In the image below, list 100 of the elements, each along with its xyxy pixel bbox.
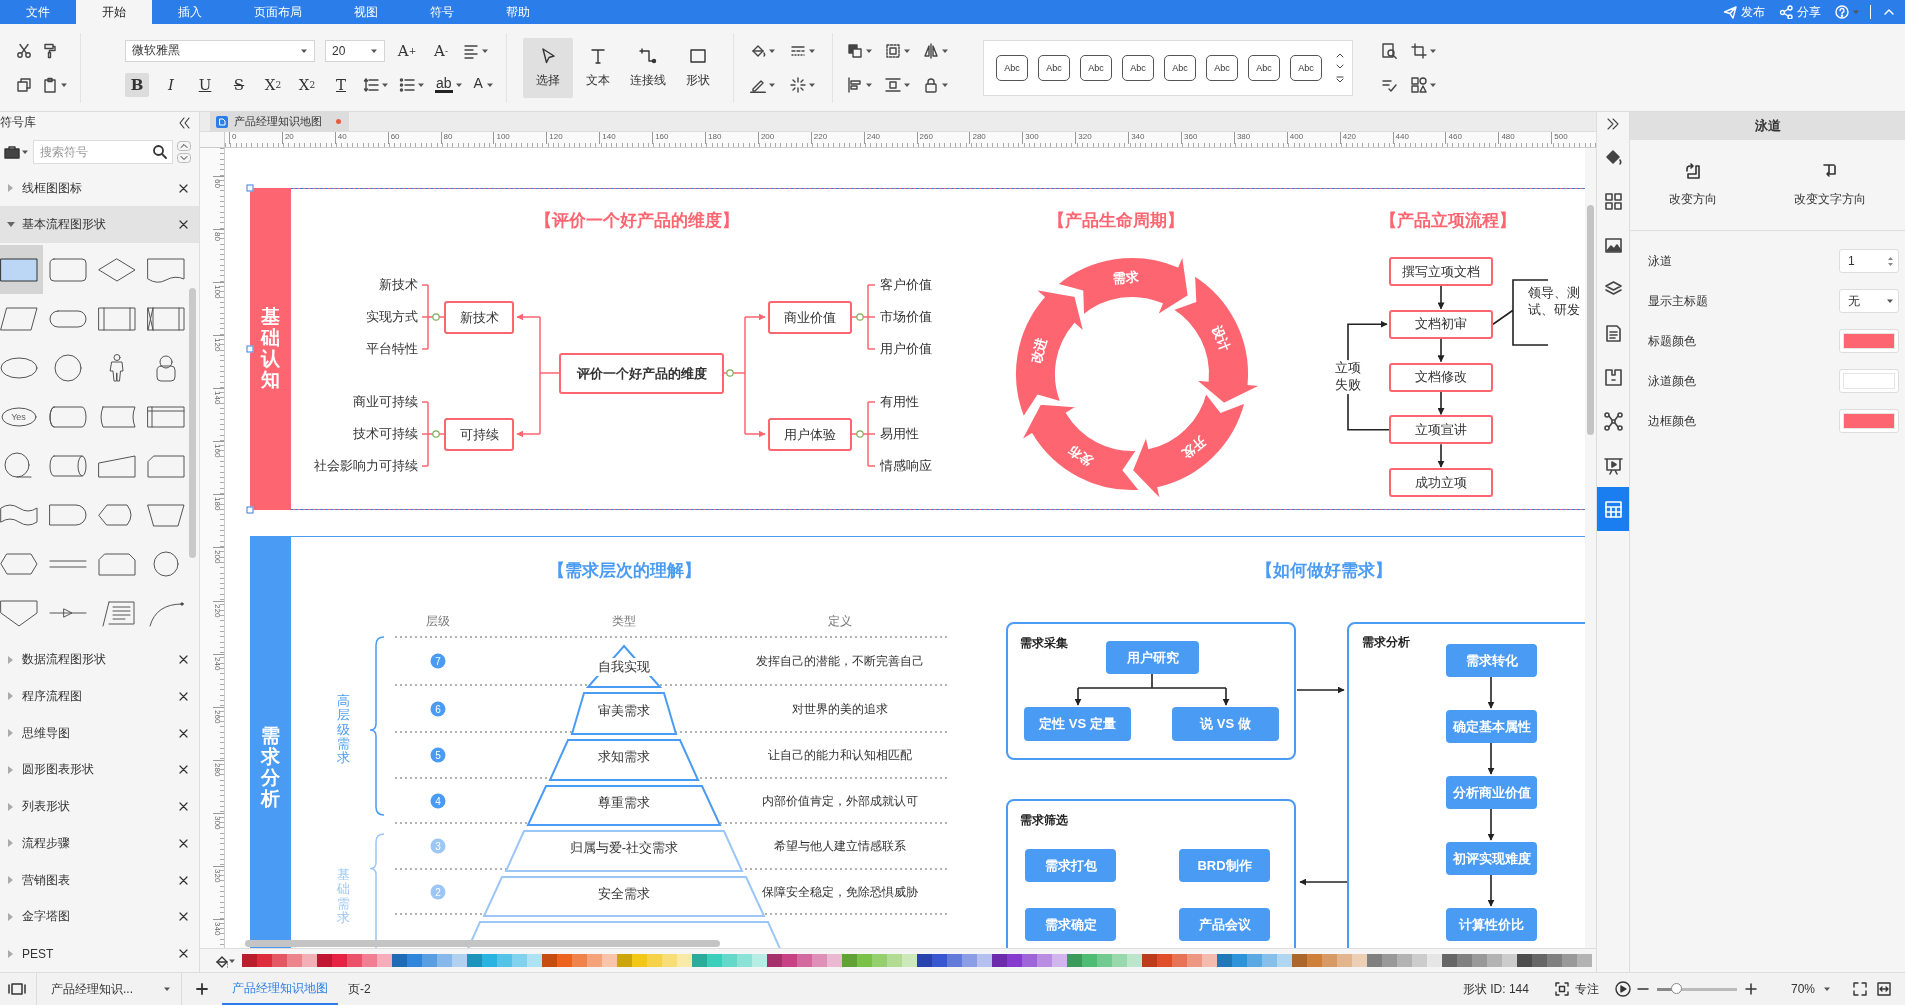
group-label: 高层级需求 — [336, 694, 350, 766]
font-size-select[interactable]: 20 — [325, 39, 385, 62]
leaf-label: 客户价值 — [880, 276, 932, 294]
note-text: 领导、测试、研发 — [1528, 285, 1581, 319]
ruler-label: 300 — [213, 814, 222, 832]
panel-title: 需求筛选 — [1020, 812, 1068, 829]
ruler-label: 400 — [1289, 132, 1304, 142]
ruler-label: 220 — [813, 132, 828, 142]
ruler-label: 0 — [232, 132, 237, 142]
style-preset[interactable]: Abc — [995, 54, 1028, 81]
style-preset[interactable]: Abc — [1205, 54, 1238, 81]
color-button[interactable]: A — [472, 76, 484, 93]
ruler-label: 180 — [213, 496, 222, 513]
category-header[interactable]: 思维导图 — [0, 714, 199, 752]
shape-tile[interactable]: Yes — [0, 392, 43, 442]
leaf-label: 平台特性 — [366, 340, 418, 358]
page-tab[interactable]: 页-2 — [338, 973, 381, 1005]
publish-button[interactable]: 发布 — [1723, 0, 1765, 24]
focus-button[interactable]: 专注 — [1554, 980, 1599, 998]
format-button[interactable]: B — [125, 72, 149, 97]
tool-button[interactable]: 连接线 — [622, 37, 673, 98]
search-field[interactable]: 搜索符号 — [33, 139, 173, 164]
leaf-label: 用户价值 — [880, 340, 932, 358]
ruler-label: 120 — [213, 337, 222, 354]
ruler-label: 360 — [1184, 132, 1198, 142]
menu-tab[interactable]: 页面布局 — [228, 0, 328, 24]
page-menu[interactable]: 产品经理知识... — [36, 973, 182, 1005]
panel-title: 符号库 — [0, 114, 36, 132]
level-definition: 对世界的美的追求 — [792, 700, 888, 717]
ruler-label: 60 — [213, 178, 222, 190]
level-badge: 6 — [430, 701, 446, 716]
leaf-label: 商业可持续 — [353, 393, 418, 411]
tool-button[interactable]: 文本 — [572, 37, 623, 98]
level-definition: 保障安全稳定，免除恐惧威胁 — [762, 883, 918, 900]
category-header[interactable]: 线框图图标 — [0, 169, 199, 207]
page-tab[interactable]: 产品经理知识地图 — [222, 973, 338, 1005]
section-title: 【评价一个好产品的维度】 — [535, 209, 739, 232]
process-node: 分析商业价值 — [1446, 776, 1537, 809]
category-header[interactable]: 金字塔图 — [0, 898, 199, 936]
category-header[interactable]: 列表形状 — [0, 788, 199, 825]
field-label: 泳道 — [1648, 252, 1672, 270]
shape-id-text: 形状 ID: 144 — [1462, 980, 1529, 998]
category-header[interactable]: PEST — [0, 935, 199, 972]
ruler-label: 380 — [1236, 132, 1251, 142]
font-size-button[interactable]: A$^{-}$ — [429, 38, 453, 63]
ruler-label: 440 — [1395, 132, 1409, 142]
format-button[interactable]: U — [193, 72, 217, 97]
style-preset[interactable]: Abc — [1289, 54, 1322, 81]
number-field[interactable]: 1 — [1839, 249, 1899, 273]
section-title: 【需求层次的理解】 — [547, 559, 701, 582]
process-node: 初评实现难度 — [1446, 842, 1537, 875]
ruler-label: 160 — [655, 132, 669, 142]
category-header[interactable]: 圆形图表形状 — [0, 751, 199, 789]
style-preset[interactable]: Abc — [1163, 54, 1196, 81]
panel-title: 泳道 — [1630, 112, 1905, 140]
format-button[interactable]: I — [159, 72, 183, 97]
leaf-label: 社会影响力可持续 — [314, 457, 418, 475]
panel-action-button[interactable]: 改变文字方向 — [1794, 162, 1867, 208]
process-node: 需求确定 — [1025, 908, 1116, 941]
select-field[interactable]: 无 — [1839, 289, 1899, 313]
share-button[interactable]: 分享 — [1779, 0, 1821, 24]
panel-title: 需求分析 — [1362, 634, 1410, 651]
color-button[interactable]: ab — [435, 76, 453, 93]
ruler-label: 260 — [213, 708, 222, 726]
flow-step: 立项宣讲 — [1389, 415, 1493, 445]
zoom-select[interactable]: 70% — [1790, 982, 1831, 996]
style-preset[interactable]: Abc — [1247, 54, 1280, 81]
font-size-button[interactable]: A$^{+}$ — [395, 38, 419, 63]
font-select[interactable]: 微软雅黑 — [125, 39, 315, 62]
column-header: 层级 — [426, 612, 450, 630]
menu-tab[interactable]: 插入 — [152, 0, 228, 24]
menu-tab[interactable]: 符号 — [404, 0, 480, 24]
category-header[interactable]: 基本流程图形状 — [0, 206, 199, 244]
ruler-label: 40 — [337, 132, 347, 142]
category-header[interactable]: 程序流程图 — [0, 677, 199, 715]
menu-tab[interactable]: 文件 — [0, 0, 76, 24]
ruler-label: 460 — [1448, 132, 1462, 142]
ruler-label: 280 — [213, 761, 222, 779]
panel-action-button[interactable]: 改变方向 — [1668, 162, 1717, 208]
menu-tab[interactable]: 开始 — [76, 0, 152, 24]
mind-map-node: 新技术 — [444, 301, 514, 334]
loop-label: 立项失败 — [1334, 360, 1362, 394]
ruler-label: 140 — [213, 390, 222, 407]
section-title: 【如何做好需求】 — [1256, 559, 1392, 582]
process-node: 定性 VS 定量 — [1024, 707, 1131, 741]
category-header[interactable]: 营销图表 — [0, 861, 199, 899]
style-preset[interactable]: Abc — [1121, 54, 1154, 81]
tool-button[interactable]: 形状 — [672, 37, 723, 98]
document-tab[interactable]: 产品经理知识地图 — [210, 112, 349, 131]
format-button[interactable]: S — [227, 72, 251, 97]
menu-tab[interactable]: 视图 — [328, 0, 404, 24]
field-label: 标题颜色 — [1648, 332, 1696, 350]
menu-tab[interactable]: 帮助 — [480, 0, 556, 24]
category-header[interactable]: 流程步骤 — [0, 825, 199, 862]
format-button[interactable]: T — [329, 72, 353, 97]
style-preset[interactable]: Abc — [1079, 54, 1112, 81]
category-header[interactable]: 数据流程图形状 — [0, 641, 199, 678]
format-button[interactable]: X$^{2}$ — [261, 72, 285, 97]
tool-button[interactable]: 选择 — [522, 37, 573, 98]
style-preset[interactable]: Abc — [1037, 54, 1070, 81]
